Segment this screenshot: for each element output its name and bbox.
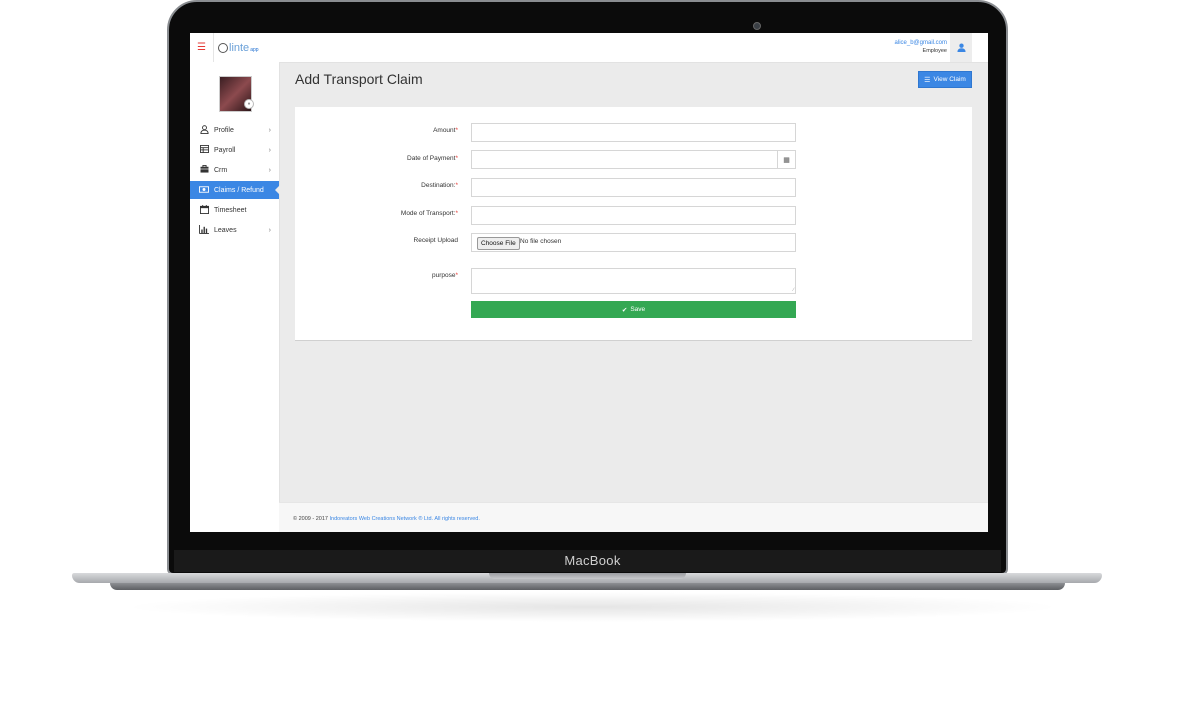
laptop-notch (489, 573, 686, 579)
calendar-icon (199, 204, 209, 216)
avatar-badge-icon[interactable]: ● (244, 99, 254, 109)
camera-icon (753, 22, 761, 30)
footer-company-link[interactable]: Indoreators Web Creations Network ® Ltd.… (329, 516, 479, 522)
sidebar-item-profile[interactable]: Profile › (190, 121, 279, 139)
destination-field[interactable] (471, 178, 796, 197)
sidebar-item-label: Claims / Refund (214, 186, 264, 194)
sidebar-item-label: Timesheet (214, 206, 247, 214)
date-of-payment-field[interactable]: ▦ (471, 150, 796, 169)
sidebar: ● Profile › Payroll › Crm › Claims / Ref… (190, 62, 280, 532)
logo-text: linte (229, 41, 250, 54)
footer-copyright: © 2009 - 2017 (293, 516, 328, 522)
save-label: Save (630, 306, 646, 313)
receipt-upload-field: Choose File No file chosen (471, 233, 796, 252)
mode-of-transport-field[interactable] (471, 206, 796, 225)
sidebar-item-payroll[interactable]: Payroll › (190, 141, 279, 159)
purpose-label: purpose* (431, 272, 458, 279)
view-claim-button[interactable]: ☰ View Claim (918, 71, 972, 88)
sidebar-item-label: Payroll (214, 146, 236, 154)
table-icon (199, 145, 209, 155)
money-icon (199, 185, 209, 195)
chevron-right-icon: › (268, 126, 271, 134)
choose-file-button[interactable]: Choose File (477, 237, 520, 250)
save-button[interactable]: ✔ Save (471, 301, 796, 318)
destination-label: Destination:* (421, 182, 458, 189)
no-file-text: No file chosen (520, 238, 562, 245)
app-logo[interactable]: linte app (213, 33, 259, 62)
sidebar-item-label: Leaves (214, 226, 237, 234)
transport-claim-form: Amount* Date of Payment* ▦ Destination:*… (295, 107, 972, 341)
amount-field[interactable] (471, 123, 796, 142)
chevron-right-icon: › (268, 166, 271, 174)
amount-label: Amount* (433, 127, 458, 134)
user-role: Employee (922, 48, 947, 54)
sidebar-item-label: Profile (214, 126, 234, 134)
hamburger-icon[interactable]: ☰ (197, 42, 206, 53)
check-icon: ✔ (621, 306, 628, 314)
bar-chart-icon (199, 224, 209, 236)
purpose-textarea[interactable]: ∕ (471, 268, 796, 294)
resize-grip-icon[interactable]: ∕ (793, 287, 794, 293)
sidebar-item-timesheet[interactable]: Timesheet (190, 201, 279, 219)
chevron-right-icon: › (268, 226, 271, 234)
receipt-upload-label: Receipt Upload (413, 237, 458, 244)
footer-text: © 2009 - 2017 Indoreators Web Creations … (293, 516, 480, 522)
laptop-base-bottom (110, 583, 1065, 590)
briefcase-icon (199, 165, 209, 175)
user-menu-button[interactable] (950, 33, 972, 62)
user-icon (956, 43, 966, 52)
list-icon: ☰ (924, 76, 931, 84)
calendar-icon[interactable]: ▦ (777, 151, 795, 168)
laptop-brand: MacBook (564, 553, 621, 568)
user-email[interactable]: alice_b@gmail.com (895, 40, 947, 46)
user-outline-icon (199, 124, 209, 136)
logo-circle-icon (218, 42, 228, 53)
topbar: ☰ linte app alice_b@gmail.com Employee (190, 33, 988, 63)
sidebar-item-leaves[interactable]: Leaves › (190, 221, 279, 239)
chevron-right-icon: › (268, 146, 271, 154)
mode-of-transport-label: Mode of Transport:* (400, 210, 458, 217)
laptop-shadow (120, 592, 1065, 622)
footer: © 2009 - 2017 Indoreators Web Creations … (279, 502, 988, 532)
sidebar-item-crm[interactable]: Crm › (190, 161, 279, 179)
sidebar-item-claims-refund[interactable]: Claims / Refund (190, 181, 280, 199)
logo-sub: app (250, 47, 259, 53)
sidebar-item-label: Crm (214, 166, 228, 174)
page-title: Add Transport Claim (295, 71, 423, 87)
app-screen: ☰ linte app alice_b@gmail.com Employee ●… (190, 33, 988, 532)
view-claim-label: View Claim (933, 76, 966, 83)
date-of-payment-label: Date of Payment* (407, 155, 458, 162)
